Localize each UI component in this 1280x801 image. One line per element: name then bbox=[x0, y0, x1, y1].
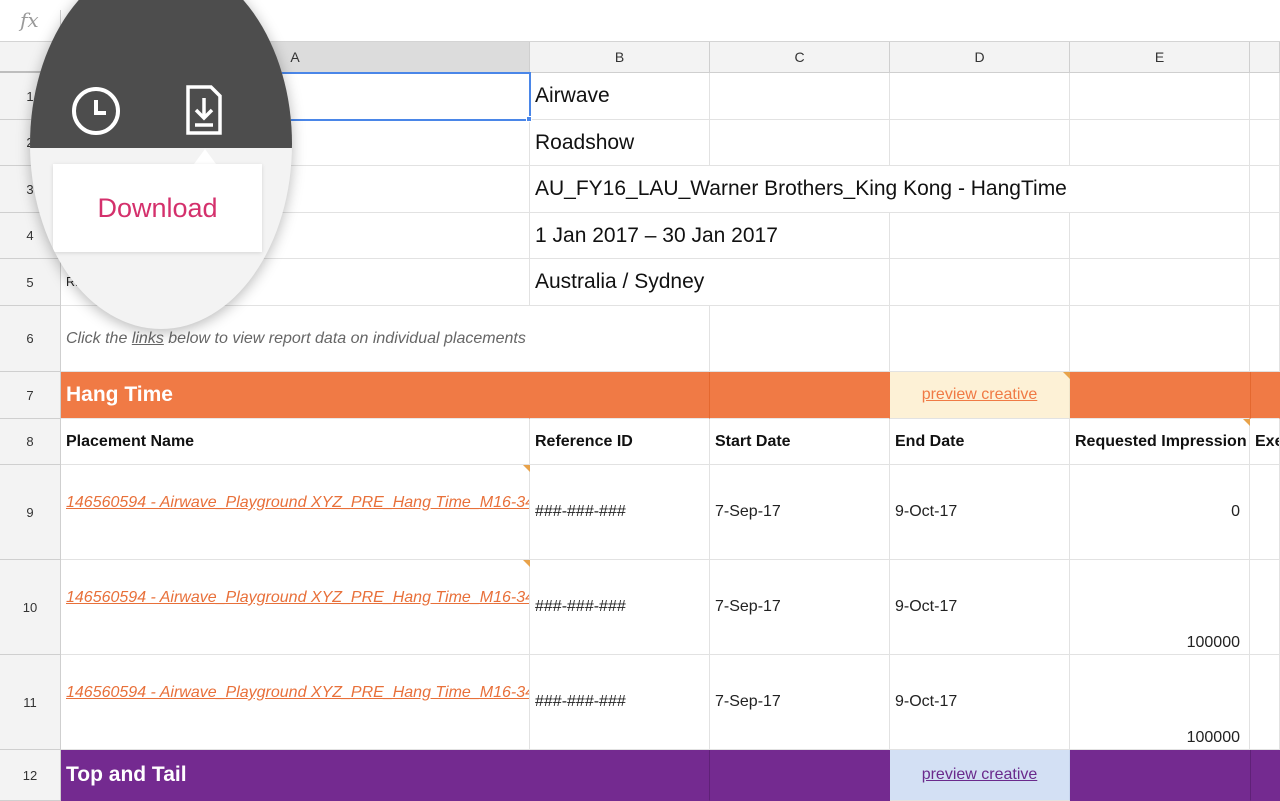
note-links-word: links bbox=[131, 329, 164, 347]
cell-d5[interactable] bbox=[890, 259, 1070, 306]
cell-b12[interactable] bbox=[530, 750, 710, 801]
cell-f10[interactable] bbox=[1250, 560, 1280, 655]
cell-d4[interactable] bbox=[890, 213, 1070, 259]
cell-e4[interactable] bbox=[1070, 213, 1250, 259]
cell-d6[interactable] bbox=[890, 306, 1070, 372]
cell-f5[interactable] bbox=[1250, 259, 1280, 306]
header-exe[interactable]: Exe bbox=[1250, 419, 1280, 465]
placement-link[interactable]: 146560594 - Airwave_Playground XYZ_PRE_H… bbox=[61, 465, 530, 560]
comment-marker bbox=[523, 465, 530, 472]
comment-marker bbox=[523, 560, 530, 567]
preview-creative-link-hang-time[interactable]: preview creative bbox=[890, 372, 1070, 419]
download-tooltip: Download bbox=[53, 164, 262, 252]
cell-e3[interactable] bbox=[1070, 166, 1250, 213]
comment-marker bbox=[1063, 372, 1070, 379]
end-date-cell[interactable]: 9-Oct-17 bbox=[890, 465, 1070, 560]
toolbar-dark bbox=[30, 0, 292, 148]
column-header-b[interactable]: B bbox=[530, 42, 710, 73]
cell-b5[interactable]: Australia / Sydney bbox=[530, 259, 890, 306]
cell-f12[interactable] bbox=[1250, 750, 1280, 801]
cell-e1[interactable] bbox=[1070, 73, 1250, 120]
placement-link-line2: 16-34|Custom Sites|_AWA_MO_MOB_Other NOW bbox=[493, 684, 529, 701]
cell-f9[interactable] bbox=[1250, 465, 1280, 560]
row-header-12[interactable]: 12 bbox=[0, 750, 61, 801]
cell-c1[interactable] bbox=[710, 73, 890, 120]
row-header-10[interactable]: 10 bbox=[0, 560, 61, 655]
cell-e12[interactable] bbox=[1070, 750, 1250, 801]
placement-link[interactable]: 146560594 - Airwave_Playground XYZ_PRE_H… bbox=[61, 655, 530, 750]
cell-d1[interactable] bbox=[890, 73, 1070, 120]
reference-id-cell[interactable]: ###-###-### bbox=[530, 465, 710, 560]
placement-link-line1: 146560594 - Airwave_Playground XYZ_PRE_H… bbox=[66, 589, 494, 606]
placement-link-line2: 16-34|Custom Sites|_AWA_MO_MOB_Other MAR… bbox=[493, 494, 529, 511]
reference-id-cell[interactable]: ###-###-### bbox=[530, 560, 710, 655]
cell-d2[interactable] bbox=[890, 120, 1070, 166]
placement-link[interactable]: 146560594 - Airwave_Playground XYZ_PRE_H… bbox=[61, 560, 530, 655]
cell-b1[interactable]: Airwave bbox=[530, 73, 710, 120]
row-header-7[interactable]: 7 bbox=[0, 372, 61, 419]
column-header-f[interactable] bbox=[1250, 42, 1280, 73]
comment-marker bbox=[1243, 419, 1250, 426]
section-title-top-and-tail[interactable]: Top and Tail bbox=[61, 750, 530, 801]
start-date-cell[interactable]: 7-Sep-17 bbox=[710, 655, 890, 750]
reference-id-cell[interactable]: ###-###-### bbox=[530, 655, 710, 750]
end-date-cell[interactable]: 9-Oct-17 bbox=[890, 655, 1070, 750]
cell-f7[interactable] bbox=[1250, 372, 1280, 419]
tooltip-arrow bbox=[194, 149, 216, 164]
header-end-date[interactable]: End Date bbox=[890, 419, 1070, 465]
fill-handle[interactable] bbox=[526, 116, 532, 122]
cell-b4[interactable]: 1 Jan 2017 – 30 Jan 2017 bbox=[530, 213, 890, 259]
header-reference-id[interactable]: Reference ID bbox=[530, 419, 710, 465]
cell-e7[interactable] bbox=[1070, 372, 1250, 419]
end-date-cell[interactable]: 9-Oct-17 bbox=[890, 560, 1070, 655]
start-date-cell[interactable]: 7-Sep-17 bbox=[710, 560, 890, 655]
cell-b2[interactable]: Roadshow bbox=[530, 120, 710, 166]
impressions-cell[interactable]: 100000 bbox=[1070, 655, 1250, 750]
cell-f3[interactable] bbox=[1250, 166, 1280, 213]
note-text-before: Click the bbox=[66, 329, 128, 347]
section-title-hang-time[interactable]: Hang Time bbox=[61, 372, 530, 419]
column-header-e[interactable]: E bbox=[1070, 42, 1250, 73]
cell-c6[interactable] bbox=[710, 306, 890, 372]
cell-f11[interactable] bbox=[1250, 655, 1280, 750]
impressions-cell[interactable]: 100000 bbox=[1070, 560, 1250, 655]
column-header-d[interactable]: D bbox=[890, 42, 1070, 73]
row-header-6[interactable]: 6 bbox=[0, 306, 61, 372]
placement-link-line2: 16-34|Custom Sites|_AWA_MO_MOB_Other THU… bbox=[493, 589, 529, 606]
row-header-9[interactable]: 9 bbox=[0, 465, 61, 560]
note-text-after: below to view report data on individual … bbox=[168, 329, 526, 347]
placement-link-line1: 146560594 - Airwave_Playground XYZ_PRE_H… bbox=[66, 494, 494, 511]
start-date-cell[interactable]: 7-Sep-17 bbox=[710, 465, 890, 560]
cell-f6[interactable] bbox=[1250, 306, 1280, 372]
placement-link-line1: 146560594 - Airwave_Playground XYZ_PRE_H… bbox=[66, 684, 494, 701]
column-header-c[interactable]: C bbox=[710, 42, 890, 73]
cell-e2[interactable] bbox=[1070, 120, 1250, 166]
clock-icon[interactable] bbox=[72, 87, 120, 135]
cell-f1[interactable] bbox=[1250, 73, 1280, 120]
row-header-5[interactable]: 5 bbox=[0, 259, 61, 306]
cell-f2[interactable] bbox=[1250, 120, 1280, 166]
preview-creative-link-top-and-tail[interactable]: preview creative bbox=[890, 750, 1070, 801]
header-start-date[interactable]: Start Date bbox=[710, 419, 890, 465]
cell-c7[interactable] bbox=[710, 372, 890, 419]
cell-f4[interactable] bbox=[1250, 213, 1280, 259]
cell-b7[interactable] bbox=[530, 372, 710, 419]
row-header-11[interactable]: 11 bbox=[0, 655, 61, 750]
cell-e5[interactable] bbox=[1070, 259, 1250, 306]
spreadsheet-grid: A B C D E 1 2 3 4 5 6 7 8 9 10 11 12 REP… bbox=[0, 0, 1280, 801]
cell-c2[interactable] bbox=[710, 120, 890, 166]
cell-c12[interactable] bbox=[710, 750, 890, 801]
header-requested-impression[interactable]: Requested Impression bbox=[1070, 419, 1250, 465]
cell-e6[interactable] bbox=[1070, 306, 1250, 372]
impressions-cell[interactable]: 0 bbox=[1070, 465, 1250, 560]
download-icon[interactable] bbox=[185, 85, 223, 135]
header-placement-name[interactable]: Placement Name bbox=[61, 419, 530, 465]
row-header-8[interactable]: 8 bbox=[0, 419, 61, 465]
